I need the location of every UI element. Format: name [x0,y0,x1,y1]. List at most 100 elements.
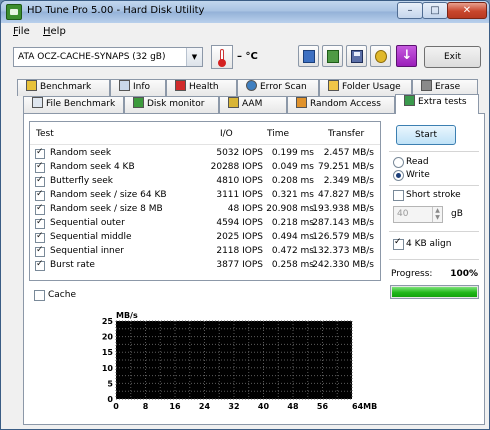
menu-bar: File Help [1,23,489,41]
test-transfer: 2.457 MB/s [323,148,374,158]
test-time: 0.321 ms [271,190,314,200]
y-tick-label: 15 [102,348,114,357]
health-cross-icon [175,80,186,91]
read-radio[interactable] [393,157,404,168]
short-stroke-checkbox[interactable] [393,190,404,201]
column-header-transfer[interactable]: Transfer [328,129,364,139]
close-button[interactable]: ✕ [447,2,487,19]
test-checkbox[interactable] [35,189,45,201]
test-row[interactable]: Sequential inner 2118 IOPS 0.472 ms 132.… [30,245,380,259]
test-io: 3877 IOPS [216,260,263,270]
save-button[interactable] [346,45,367,67]
test-row[interactable]: Random seek / size 64 KB 3111 IOPS 0.321… [30,189,380,203]
short-stroke-label[interactable]: Short stroke [406,190,461,200]
test-checkbox[interactable] [35,203,45,215]
x-tick-label: 16 [169,402,181,411]
x-tick-label: 8 [143,402,149,411]
progress-bar [390,285,479,299]
test-row[interactable]: Burst rate 3877 IOPS 0.258 ms 242.330 MB… [30,259,380,273]
benchmark-icon [26,80,37,91]
copy-info-button[interactable] [322,45,343,67]
tab-benchmark[interactable]: Benchmark [17,79,110,96]
exit-button[interactable]: Exit [424,46,481,68]
x-tick-label: 0 [113,402,119,411]
test-time: 0.258 ms [271,260,314,270]
tab-label: Disk monitor [147,99,205,109]
tab-file-benchmark[interactable]: File Benchmark [23,96,124,113]
tab-extra-tests[interactable]: Extra tests [395,94,479,114]
temperature-readout: – °C [237,51,258,62]
copy-text-button[interactable] [298,45,319,67]
test-io: 5032 IOPS [216,148,263,158]
test-checkbox[interactable] [35,217,45,229]
cache-label[interactable]: Cache [48,290,76,300]
tab-label: Info [133,82,151,92]
x-tick-label: 24 [199,402,211,411]
title-bar[interactable]: HD Tune Pro 5.00 - Hard Disk Utility – □… [1,1,489,23]
separator [389,259,479,260]
chevron-down-icon[interactable]: ▼ [186,48,202,66]
column-header-test[interactable]: Test [36,129,54,139]
align-4kb-label[interactable]: 4 KB align [406,239,451,249]
test-name: Butterfly seek [50,176,114,186]
tab-aam[interactable]: AAM [219,96,287,113]
test-name: Burst rate [50,260,95,270]
test-checkbox[interactable] [35,259,45,271]
test-time: 0.049 ms [271,162,314,172]
tab-label: Health [189,82,219,92]
tab-health[interactable]: Health [166,79,237,96]
minimize-button[interactable]: – [397,2,423,19]
write-radio[interactable] [393,170,404,181]
x-tick-label: 32 [228,402,239,411]
test-time: 0.494 ms [271,232,314,242]
file-benchmark-icon [32,97,43,108]
y-tick-label: 5 [107,379,113,388]
menu-file[interactable]: File [13,26,30,37]
test-transfer: 2.349 MB/s [323,176,374,186]
test-row[interactable]: Random seek / size 8 MB 48 IOPS 20.908 m… [30,203,380,217]
tab-disk-monitor[interactable]: Disk monitor [124,96,219,113]
maximize-button[interactable]: □ [422,2,448,19]
column-header-io[interactable]: I/O [220,129,233,139]
test-results-list[interactable]: Test I/O Time Transfer Random seek 5032 … [29,121,381,281]
options-icon [375,50,387,63]
test-checkbox[interactable] [35,161,45,173]
column-header-time[interactable]: Time [267,129,289,139]
tab-random-access[interactable]: Random Access [287,96,395,113]
start-button[interactable]: Start [396,125,456,145]
test-row[interactable]: Random seek 5032 IOPS 0.199 ms 2.457 MB/… [30,147,380,161]
test-time: 0.472 ms [271,246,314,256]
tab-info[interactable]: Info [110,79,166,96]
tab-label: Random Access [310,99,381,109]
write-label[interactable]: Write [406,170,430,180]
test-name: Random seek [50,148,112,158]
read-label[interactable]: Read [406,157,429,167]
short-stroke-unit: gB [451,209,463,219]
test-time: 0.199 ms [271,148,314,158]
test-name: Random seek / size 64 KB [50,190,167,200]
align-4kb-checkbox[interactable] [393,237,404,250]
cache-checkbox[interactable] [34,290,45,301]
test-row[interactable]: Sequential middle 2025 IOPS 0.494 ms 126… [30,231,380,245]
menu-help-rest: elp [50,26,66,37]
short-stroke-size-input[interactable]: 40 ▲ ▼ [393,206,443,223]
test-checkbox[interactable] [35,245,45,257]
test-row[interactable]: Sequential outer 4594 IOPS 0.218 ms 287.… [30,217,380,231]
test-checkbox[interactable] [35,231,45,243]
tab-error-scan[interactable]: Error Scan [237,79,319,96]
test-checkbox[interactable] [35,147,45,159]
download-button[interactable]: ↓ [396,45,417,67]
test-name: Random seek / size 8 MB [50,204,163,214]
test-row[interactable]: Random seek 4 KB 20288 IOPS 0.049 ms 79.… [30,161,380,175]
test-row[interactable]: Butterfly seek 4810 IOPS 0.208 ms 2.349 … [30,175,380,189]
tab-label: AAM [242,99,263,109]
options-button[interactable] [370,45,391,67]
magnifier-icon [246,80,257,91]
random-access-icon [296,97,307,108]
test-io: 20288 IOPS [210,162,263,172]
test-checkbox[interactable] [35,175,45,187]
drive-select[interactable]: ATA OCZ-CACHE-SYNAPS (32 gB) ▼ [13,47,203,67]
spinner-arrows-icon[interactable]: ▲ ▼ [432,207,442,222]
menu-help[interactable]: Help [43,26,66,37]
disk-monitor-icon [133,97,144,108]
